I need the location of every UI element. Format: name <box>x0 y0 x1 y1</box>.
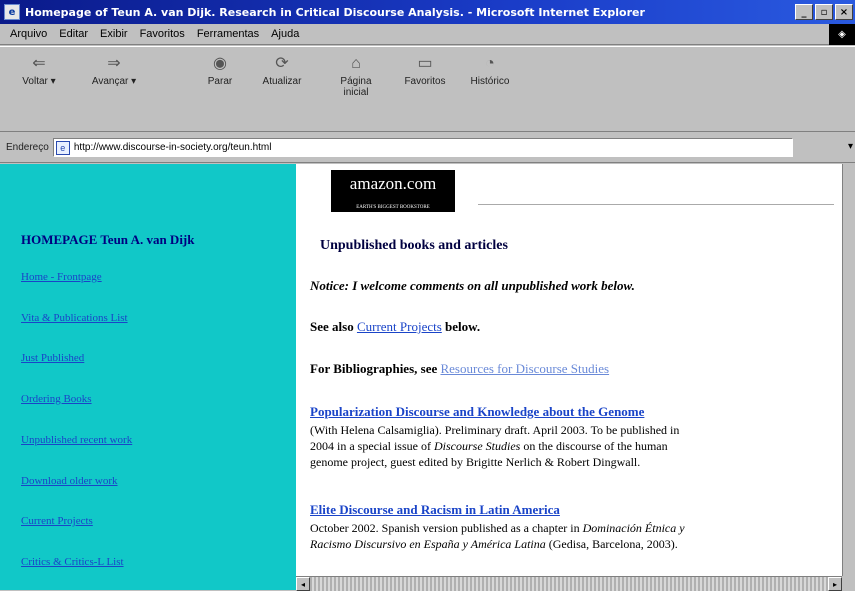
forward-label: Avançar <box>91 76 129 87</box>
racism-desc-publisher: (Gedisa, Barcelona, 2003). <box>548 537 678 551</box>
sidebar-link-current-projects[interactable]: Current Projects <box>21 515 93 527</box>
amazon-logo-text: amazon.com <box>349 174 437 193</box>
horizontal-rule <box>478 204 834 205</box>
stop-button[interactable]: ◉ Parar <box>200 55 240 87</box>
refresh-button[interactable]: ⟳ Atualizar <box>258 55 306 87</box>
favorites-icon: ▭ <box>417 55 433 72</box>
amazon-tagline: EARTH'S BIGGEST BOOKSTORE <box>356 205 430 210</box>
favorites-button[interactable]: ▭ Favoritos <box>398 55 452 87</box>
racism-desc-book-2: Racismo Discursivo en España y América L… <box>310 537 546 551</box>
genome-desc-journal: Discourse Studies <box>433 439 521 453</box>
back-label: Voltar <box>22 76 48 87</box>
vertical-scrollbar[interactable] <box>842 164 855 576</box>
amazon-logo[interactable]: amazon.com EARTH'S BIGGEST BOOKSTORE <box>331 170 455 212</box>
see-also-suffix: below. <box>445 319 481 334</box>
scroll-right-icon[interactable]: ▸ <box>828 577 842 591</box>
history-button[interactable]: ◔ Histórico <box>462 55 518 87</box>
genome-desc-line3: genome project, guest edited by Brigitte… <box>310 455 641 469</box>
address-label: Endereço <box>6 142 49 153</box>
sidebar: HOMEPAGE Teun A. van Dijk Home - Frontpa… <box>0 164 296 590</box>
scroll-left-icon[interactable]: ◂ <box>296 577 310 591</box>
history-icon: ◔ <box>485 55 495 72</box>
sidebar-homepage-title: HOMEPAGE Teun A. van Dijk <box>21 232 195 247</box>
maximize-button[interactable]: ▫ <box>815 4 833 20</box>
back-button[interactable]: ⇐ Voltar ▾ <box>16 55 62 87</box>
sidebar-link-unpublished[interactable]: Unpublished recent work <box>21 434 132 446</box>
close-button[interactable]: × <box>835 4 853 20</box>
window-title: Homepage of Teun A. van Dijk. Research i… <box>25 5 645 19</box>
stop-label: Parar <box>207 76 233 87</box>
menu-ferramentas[interactable]: Ferramentas <box>197 28 259 40</box>
genome-desc-line2: 2004 in a special issue of Discourse Stu… <box>310 438 830 454</box>
home-icon: ⌂ <box>351 55 361 72</box>
page-content: amazon.com EARTH'S BIGGEST BOOKSTORE Unp… <box>296 164 842 576</box>
minimize-button[interactable]: _ <box>795 4 813 20</box>
menu-arquivo[interactable]: Arquivo <box>10 28 47 40</box>
menu-editar[interactable]: Editar <box>59 28 88 40</box>
see-also-prefix: See also <box>310 319 354 334</box>
address-input[interactable]: e http://www.discourse-in-society.org/te… <box>52 138 793 157</box>
home-label: Página inicial <box>340 76 372 98</box>
ie-app-icon: e <box>4 4 20 20</box>
forward-button[interactable]: ⇒ Avançar ▾ <box>86 55 142 87</box>
menu-bar: Arquivo Editar Exibir Favoritos Ferramen… <box>0 24 855 45</box>
menu-favoritos[interactable]: Favoritos <box>140 28 185 40</box>
back-arrow-icon: ⇐ <box>32 55 46 72</box>
biblio-prefix: For Bibliographies, see <box>310 361 438 376</box>
racism-desc-line2: Racismo Discursivo en España y América L… <box>310 536 830 552</box>
section-heading: Unpublished books and articles <box>320 238 508 253</box>
favorites-label: Favoritos <box>404 76 446 87</box>
sidebar-link-vita[interactable]: Vita & Publications List <box>21 312 128 324</box>
resources-link[interactable]: Resources for Discourse Studies <box>440 361 609 376</box>
history-label: Histórico <box>470 76 510 87</box>
refresh-icon: ⟳ <box>275 55 289 72</box>
forward-arrow-icon: ⇒ <box>107 55 121 72</box>
page-icon: e <box>55 140 70 155</box>
horizontal-scrollbar[interactable]: ◂ ▸ <box>296 576 842 591</box>
sidebar-link-critics[interactable]: Critics & Critics-L List <box>21 556 124 568</box>
racism-desc-text: October 2002. Spanish version published … <box>310 521 580 535</box>
genome-desc-line1: (With Helena Calsamiglia). Preliminary d… <box>310 423 680 437</box>
genome-article-link[interactable]: Popularization Discourse and Knowledge a… <box>310 404 644 420</box>
menu-exibir[interactable]: Exibir <box>100 28 128 40</box>
stop-icon: ◉ <box>213 55 227 72</box>
address-bar: Endereço e http://www.discourse-in-socie… <box>0 133 855 163</box>
racism-desc-line1: October 2002. Spanish version published … <box>310 520 830 536</box>
title-bar: e Homepage of Teun A. van Dijk. Research… <box>0 0 855 24</box>
sidebar-link-frontpage[interactable]: Home - Frontpage <box>21 271 102 283</box>
address-dropdown-icon[interactable]: ▾ <box>848 141 853 152</box>
menu-ajuda[interactable]: Ajuda <box>271 28 299 40</box>
home-button[interactable]: ⌂ Página inicial <box>336 55 376 98</box>
refresh-label: Atualizar <box>262 76 302 87</box>
windows-logo-icon: ◈ <box>829 24 855 45</box>
genome-desc-text-2: on the discourse of the human <box>523 439 668 453</box>
racism-article-link[interactable]: Elite Discourse and Racism in Latin Amer… <box>310 502 560 518</box>
sidebar-link-just-published[interactable]: Just Published <box>21 352 84 364</box>
sidebar-link-download[interactable]: Download older work <box>21 475 118 487</box>
notice-text: Notice: I welcome comments on all unpubl… <box>310 278 635 293</box>
genome-article-description: (With Helena Calsamiglia). Preliminary d… <box>310 422 830 470</box>
address-url: http://www.discourse-in-society.org/teun… <box>73 142 272 153</box>
sidebar-link-ordering-books[interactable]: Ordering Books <box>21 393 92 405</box>
racism-article-description: October 2002. Spanish version published … <box>310 520 830 552</box>
toolbar: ⇐ Voltar ▾ ⇒ Avançar ▾ ◉ Parar ⟳ Atualiz… <box>0 46 855 132</box>
bibliographies-line: For Bibliographies, see Resources for Di… <box>310 361 609 377</box>
genome-desc-text: 2004 in a special issue of <box>310 439 431 453</box>
see-also-line: See also Current Projects below. <box>310 319 480 335</box>
racism-desc-book: Dominación Étnica y <box>582 521 685 535</box>
current-projects-link[interactable]: Current Projects <box>357 319 442 334</box>
